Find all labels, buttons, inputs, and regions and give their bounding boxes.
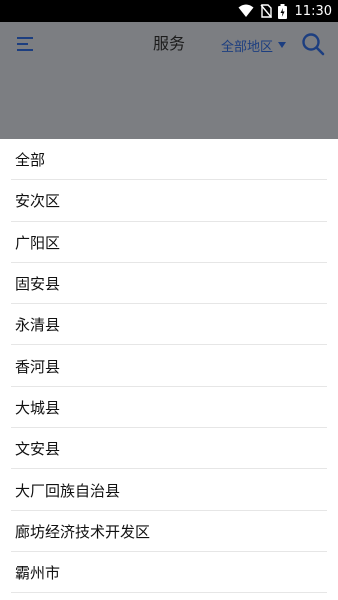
- status-icons: 11:30: [238, 0, 332, 22]
- region-option-xianghe[interactable]: 香河县: [0, 345, 338, 388]
- region-dropdown: 全部 安次区 广阳区 固安县 永清县 香河县 大城县 文安县 大厂回族自治县 廊…: [0, 139, 338, 600]
- status-time: 11:30: [294, 3, 332, 19]
- search-icon[interactable]: [301, 32, 325, 56]
- region-option-wenan[interactable]: 文安县: [0, 428, 338, 470]
- app-header: 服务 全部地区: [0, 22, 338, 66]
- region-selector-label: 全部地区: [221, 39, 274, 55]
- page-title: 服务: [152, 34, 185, 53]
- caret-down-icon: [278, 42, 287, 48]
- region-option-bazhou[interactable]: 霸州市: [0, 552, 338, 594]
- battery-charging-icon: [277, 3, 287, 19]
- dim-overlay[interactable]: [0, 66, 338, 139]
- region-option-anci[interactable]: 安次区: [0, 180, 338, 222]
- region-option-dachang[interactable]: 大厂回族自治县: [0, 469, 338, 511]
- region-option-all[interactable]: 全部: [0, 139, 338, 181]
- no-sim-icon: [259, 4, 272, 18]
- region-option-guan[interactable]: 固安县: [0, 263, 338, 305]
- region-option-dacheng[interactable]: 大城县: [0, 387, 338, 429]
- status-bar: 11:30: [0, 0, 338, 22]
- region-option-yongqing[interactable]: 永清县: [0, 304, 338, 346]
- wifi-icon: [238, 4, 254, 17]
- region-option-guangyang[interactable]: 广阳区: [0, 222, 338, 264]
- region-selector[interactable]: 全部地区: [221, 35, 287, 55]
- region-option-development-zone[interactable]: 廊坊经济技术开发区: [0, 511, 338, 553]
